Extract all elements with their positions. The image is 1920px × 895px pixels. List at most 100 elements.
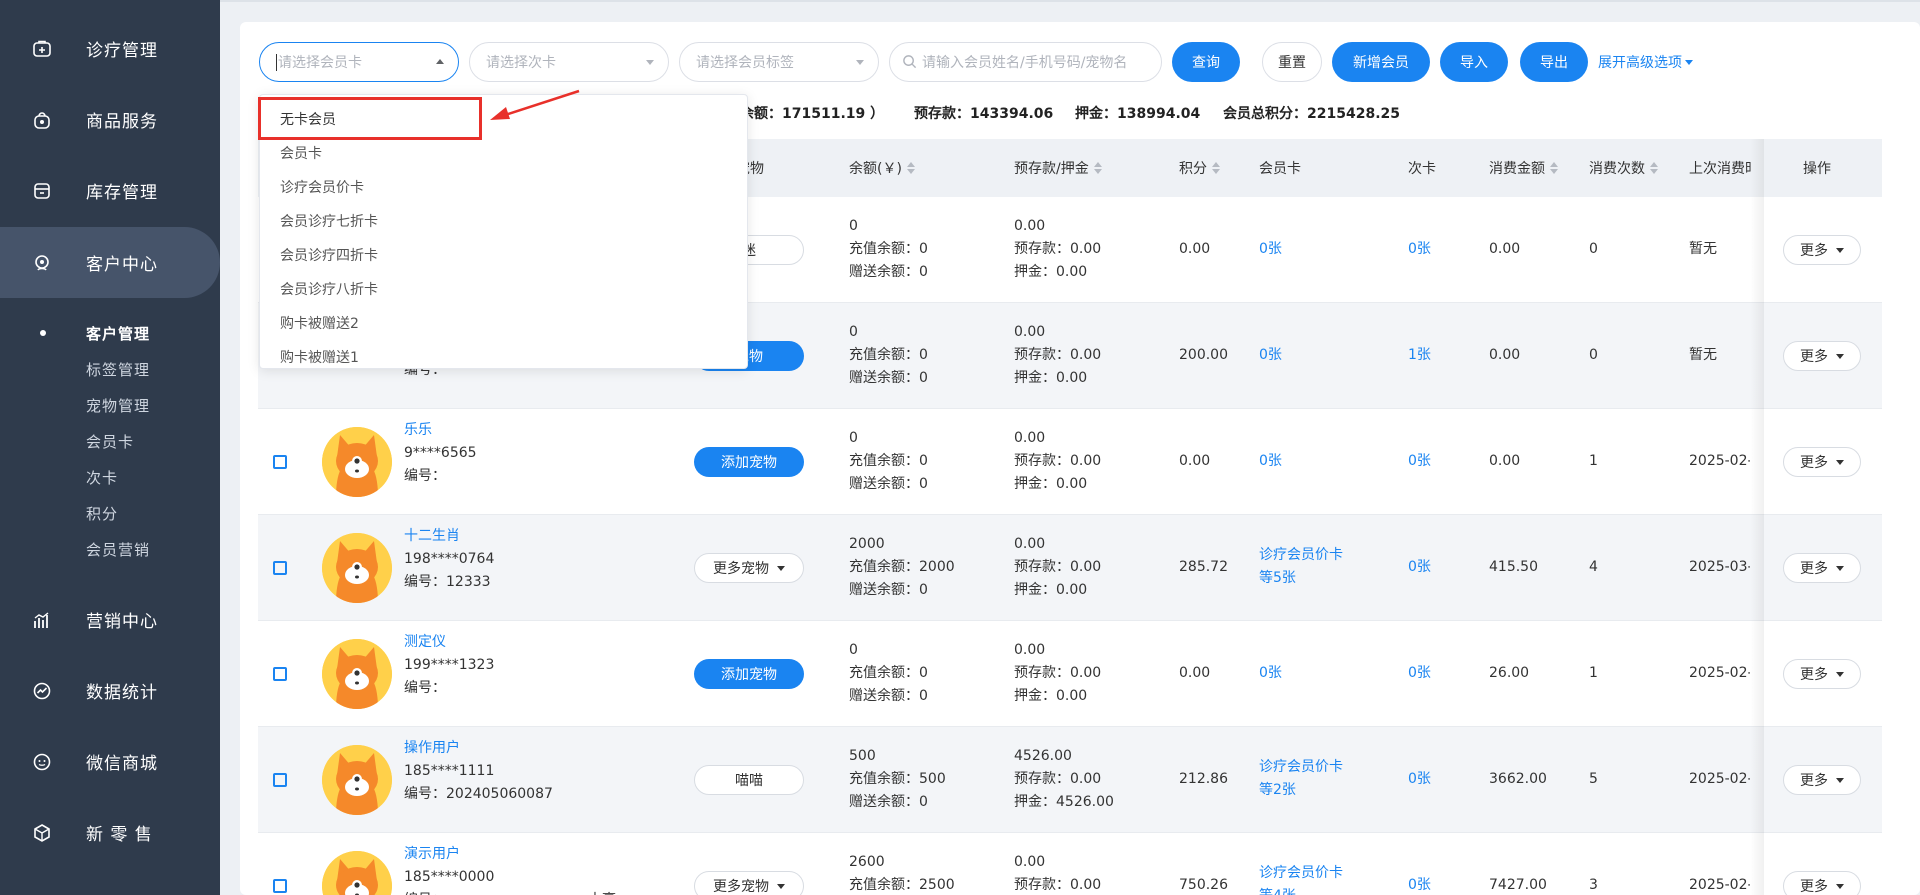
more-pets-button[interactable]: 更多宠物 <box>694 871 804 895</box>
dropdown-option[interactable]: 会员卡 <box>280 143 322 163</box>
sort-icon[interactable] <box>1650 162 1658 174</box>
nav-item-inventory[interactable]: 库存管理 <box>0 155 220 226</box>
member-name[interactable]: 乐乐 <box>404 419 432 442</box>
column-balance[interactable]: 余额(￥) <box>849 158 915 178</box>
member-name[interactable]: 十二生肖 <box>404 525 460 548</box>
more-button[interactable]: 更多 <box>1783 765 1861 795</box>
advanced-options-link[interactable]: 展开高级选项 <box>1598 52 1693 72</box>
column-prepaid[interactable]: 预存款/押金 <box>1014 158 1102 178</box>
times-card-link[interactable]: 0张 <box>1408 556 1431 579</box>
statistics-icon <box>31 680 53 702</box>
reset-button[interactable]: 重置 <box>1262 42 1322 82</box>
recharge-label: 充值余额： <box>849 665 919 681</box>
query-button[interactable]: 查询 <box>1172 42 1240 82</box>
row-checkbox[interactable] <box>273 667 287 681</box>
add-pet-button[interactable]: 添加宠物 <box>694 447 804 477</box>
more-button[interactable]: 更多 <box>1783 659 1861 689</box>
member-card-link[interactable]: 诊疗会员价卡等4张 <box>1259 862 1343 895</box>
sort-icon[interactable] <box>1550 162 1558 174</box>
member-tag-select[interactable]: 请选择会员标签 <box>679 42 879 82</box>
gift-value: 0 <box>919 582 928 598</box>
sub-item-member-card[interactable]: 会员卡 <box>86 431 134 452</box>
nav-item-goods[interactable]: 商品服务 <box>0 84 220 155</box>
member-card-link[interactable]: 诊疗会员价卡 等5张 <box>1259 544 1343 590</box>
text-cursor <box>276 54 277 71</box>
more-button[interactable]: 更多 <box>1783 553 1861 583</box>
row-checkbox[interactable] <box>273 773 287 787</box>
add-pet-button[interactable]: 添加宠物 <box>694 659 804 689</box>
member-card-select[interactable]: 请选择会员卡 <box>259 42 459 82</box>
avatar <box>322 745 392 815</box>
more-button[interactable]: 更多 <box>1783 235 1861 265</box>
member-name[interactable]: 测定仪 <box>404 631 446 654</box>
column-spend[interactable]: 消费金额 <box>1489 158 1558 178</box>
summary-balance: 余额：171511.19 ） <box>740 106 885 122</box>
summary-points: 会员总积分：2215428.25 <box>1223 106 1400 122</box>
more-pets-button[interactable]: 更多宠物 <box>694 553 804 583</box>
dropdown-option[interactable]: 购卡被赠送2 <box>280 313 359 333</box>
dropdown-option[interactable]: 购卡被赠送1 <box>280 347 359 367</box>
column-spend-count[interactable]: 消费次数 <box>1589 158 1658 178</box>
row-checkbox[interactable] <box>273 561 287 575</box>
dropdown-option[interactable]: 会员诊疗七折卡 <box>280 211 378 231</box>
nav-item-customer[interactable]: 客户中心 <box>0 227 220 298</box>
sub-item-member-marketing[interactable]: 会员营销 <box>86 539 150 560</box>
member-card-link[interactable]: 0张 <box>1259 662 1282 685</box>
nav-label: 营销中心 <box>86 612 158 632</box>
gift-value: 0 <box>919 264 928 280</box>
deposit-label: 押金： <box>1014 688 1056 704</box>
sort-icon[interactable] <box>906 162 915 174</box>
avatar <box>322 851 392 895</box>
sub-item-pet-manage[interactable]: 宠物管理 <box>86 395 150 416</box>
row-checkbox[interactable] <box>273 455 287 469</box>
search-input[interactable]: 请输入会员姓名/手机号码/宠物名 <box>889 42 1162 82</box>
times-card-link[interactable]: 0张 <box>1408 450 1431 473</box>
nav-item-statistics[interactable]: 数据统计 <box>0 655 220 726</box>
retail-box-icon <box>31 822 53 844</box>
member-card-link[interactable]: 0张 <box>1259 450 1282 473</box>
deposit-value: 押金：0.00 <box>1014 473 1087 496</box>
prepaid-amount: 0.00 <box>1070 877 1102 893</box>
sort-icon[interactable] <box>1093 162 1102 174</box>
times-card-link[interactable]: 0张 <box>1408 768 1431 791</box>
more-button[interactable]: 更多 <box>1783 447 1861 477</box>
sub-item-tag-manage[interactable]: 标签管理 <box>86 359 150 380</box>
times-card-link[interactable]: 0张 <box>1408 238 1431 261</box>
spend-amount: 3662.00 <box>1489 771 1547 787</box>
fixed-column-shadow <box>1750 139 1764 895</box>
dropdown-option[interactable]: 诊疗会员价卡 <box>280 177 364 197</box>
nav-item-marketing[interactable]: 营销中心 <box>0 584 220 655</box>
sort-icon[interactable] <box>1212 162 1220 174</box>
add-member-button[interactable]: 新增会员 <box>1332 42 1430 82</box>
times-card-select[interactable]: 请选择次卡 <box>469 42 669 82</box>
member-card-link[interactable]: 诊疗会员价卡 等2张 <box>1259 756 1343 802</box>
member-name[interactable]: 操作用户 <box>404 737 460 760</box>
dropdown-option[interactable]: 会员诊疗四折卡 <box>280 245 378 265</box>
more-button[interactable]: 更多 <box>1783 871 1861 895</box>
pet-name-button[interactable]: 喵喵 <box>694 765 804 795</box>
pet-button-label: 添加宠物 <box>721 667 777 683</box>
sub-item-customer-manage[interactable]: 客户管理 <box>86 323 150 344</box>
spend-amount: 7427.00 <box>1489 877 1547 893</box>
balance-gift: 赠送余额：0 <box>849 367 928 390</box>
active-dot <box>40 330 46 336</box>
member-card-link[interactable]: 0张 <box>1259 344 1282 367</box>
sub-item-times-card[interactable]: 次卡 <box>86 467 118 488</box>
more-button[interactable]: 更多 <box>1783 341 1861 371</box>
member-code: 编号： <box>404 889 446 895</box>
sub-item-points[interactable]: 积分 <box>86 503 118 524</box>
times-card-link[interactable]: 0张 <box>1408 662 1431 685</box>
export-button[interactable]: 导出 <box>1520 42 1588 82</box>
row-checkbox[interactable] <box>273 879 287 893</box>
nav-item-wechat-mall[interactable]: 微信商城 <box>0 726 220 797</box>
import-button[interactable]: 导入 <box>1440 42 1508 82</box>
nav-item-clinic[interactable]: 诊疗管理 <box>0 13 220 84</box>
times-card-link[interactable]: 1张 <box>1408 344 1431 367</box>
balance-total: 0 <box>849 430 858 446</box>
member-name[interactable]: 演示用户 <box>404 843 460 866</box>
nav-item-new-retail[interactable]: 新 零 售 <box>0 797 220 868</box>
dropdown-option[interactable]: 会员诊疗八折卡 <box>280 279 378 299</box>
times-card-link[interactable]: 0张 <box>1408 874 1431 895</box>
column-points[interactable]: 积分 <box>1179 158 1220 178</box>
member-card-link[interactable]: 0张 <box>1259 238 1282 261</box>
